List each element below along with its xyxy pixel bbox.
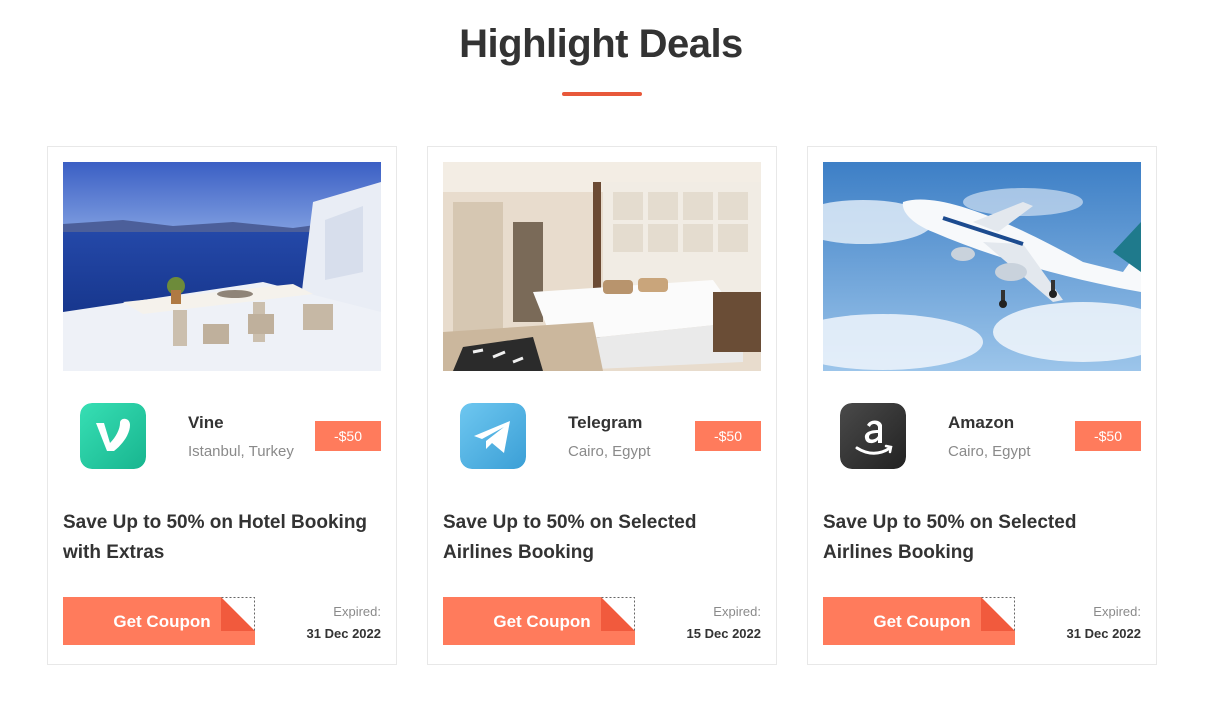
deal-image[interactable] xyxy=(63,162,381,371)
deal-title[interactable]: Save Up to 50% on Selected Airlines Book… xyxy=(443,508,763,568)
expired-date: 15 Dec 2022 xyxy=(686,626,761,641)
discount-badge: -$50 xyxy=(1075,421,1141,451)
deal-card: Amazon Cairo, Egypt -$50 Save Up to 50% … xyxy=(807,146,1157,665)
expired-label: Expired: xyxy=(1093,604,1141,619)
brand-name: Telegram xyxy=(568,413,643,432)
deal-image[interactable] xyxy=(443,162,761,371)
expired-date: 31 Dec 2022 xyxy=(306,626,381,641)
vine-logo-icon xyxy=(80,403,146,469)
deal-card: Vine Istanbul, Turkey -$50 Save Up to 50… xyxy=(47,146,397,665)
expired-label: Expired: xyxy=(333,604,381,619)
deal-image[interactable] xyxy=(823,162,1141,371)
expired-date: 31 Dec 2022 xyxy=(1066,626,1141,641)
deals-grid: Vine Istanbul, Turkey -$50 Save Up to 50… xyxy=(47,146,1157,666)
discount-badge: -$50 xyxy=(315,421,381,451)
airplane-photo xyxy=(823,162,1141,371)
section-title: Highlight Deals xyxy=(459,22,743,66)
page-fold-icon xyxy=(221,597,255,631)
page-fold-icon xyxy=(601,597,635,631)
deal-title[interactable]: Save Up to 50% on Selected Airlines Book… xyxy=(823,508,1143,568)
brand-name: Vine xyxy=(188,413,224,432)
brand-location: Istanbul, Turkey xyxy=(188,443,294,460)
amazon-logo-icon xyxy=(840,403,906,469)
deal-card: Telegram Cairo, Egypt -$50 Save Up to 50… xyxy=(427,146,777,665)
discount-badge: -$50 xyxy=(695,421,761,451)
title-underline xyxy=(562,92,642,96)
brand-location: Cairo, Egypt xyxy=(948,443,1031,460)
santorini-terrace-photo xyxy=(63,162,381,371)
get-coupon-button[interactable]: Get Coupon xyxy=(63,597,255,645)
deal-title[interactable]: Save Up to 50% on Hotel Booking with Ext… xyxy=(63,508,383,568)
expired-label: Expired: xyxy=(713,604,761,619)
get-coupon-button[interactable]: Get Coupon xyxy=(823,597,1015,645)
get-coupon-button[interactable]: Get Coupon xyxy=(443,597,635,645)
page-fold-icon xyxy=(981,597,1015,631)
brand-location: Cairo, Egypt xyxy=(568,443,651,460)
telegram-logo-icon xyxy=(460,403,526,469)
hotel-bedroom-photo xyxy=(443,162,761,371)
brand-name: Amazon xyxy=(948,413,1015,432)
